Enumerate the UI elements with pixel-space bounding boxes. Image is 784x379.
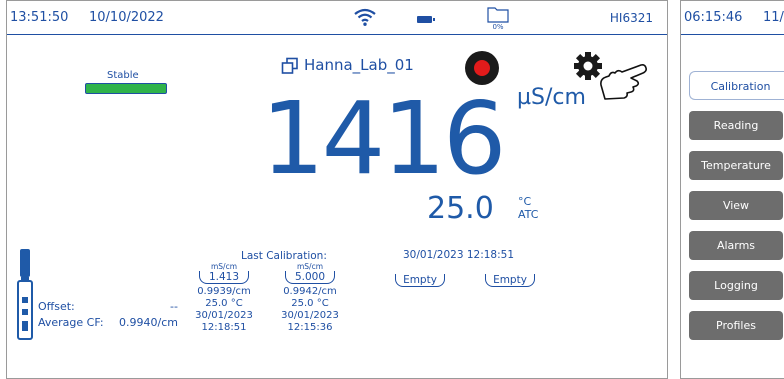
profile-copy-icon [281, 57, 298, 74]
model-name: HI6321 [609, 11, 653, 25]
temperature-unit-block: °C ATC [518, 195, 538, 221]
stability-indicator [85, 83, 167, 94]
probe-icon [17, 249, 33, 340]
cal-cell-constant: 0.9942/cm [283, 286, 337, 297]
main-reading-value: 1416 [261, 80, 506, 197]
tab-alarms[interactable]: Alarms [689, 231, 783, 260]
cal-standard: 5.000 [285, 271, 335, 284]
cal-temperature: 25.0 °C [205, 298, 243, 309]
empty-slot-label: Empty [395, 274, 445, 287]
cal-time: 12:15:36 [287, 322, 333, 333]
calibration-point-2: mS/cm 5.000 0.9942/cm 25.0 °C 30/01/2023… [275, 263, 345, 334]
settings-clock-date: 11/ [763, 10, 784, 25]
tab-reading[interactable]: Reading [689, 111, 783, 140]
tab-view[interactable]: View [689, 191, 783, 220]
offset-label: Offset: [38, 300, 75, 313]
storage-folder-icon[interactable]: 0% [487, 5, 509, 31]
cal-standard: 1.413 [199, 271, 249, 284]
cal-date: 30/01/2023 [281, 310, 339, 321]
reading-unit: µS/cm [517, 85, 586, 110]
average-cf-value: 0.9940/cm [119, 316, 178, 329]
status-bar: 13:51:50 10/10/2022 0% HI6321 [7, 1, 667, 35]
tab-logging[interactable]: Logging [689, 271, 783, 300]
cal-temperature: 25.0 °C [291, 298, 329, 309]
offset-value: -- [170, 300, 178, 313]
battery-icon [417, 16, 435, 23]
average-cf-label: Average CF: [38, 316, 104, 329]
pointing-hand-icon [600, 64, 647, 100]
tab-profiles[interactable]: Profiles [689, 311, 783, 340]
cal-time: 12:18:51 [201, 322, 247, 333]
folder-icon [487, 7, 509, 23]
calibration-point-1: mS/cm 1.413 0.9939/cm 25.0 °C 30/01/2023… [189, 263, 259, 334]
temperature-unit: °C [518, 195, 532, 208]
calibration-slot-empty-2: Empty [475, 274, 545, 289]
clock-time: 13:51:50 [10, 10, 69, 25]
measurement-screen: 13:51:50 10/10/2022 0% HI6321 Stable Han… [6, 0, 668, 379]
tab-calibration[interactable]: Calibration [689, 71, 784, 100]
cal-unit: mS/cm [296, 262, 324, 271]
last-calibration-title: Last Calibration: [241, 250, 327, 262]
settings-screen: 06:15:46 11/ Calibration Reading Tempera… [680, 0, 784, 379]
tab-temperature[interactable]: Temperature [689, 151, 783, 180]
calibration-slot-empty-1: Empty [385, 274, 455, 289]
wifi-icon [354, 8, 376, 26]
temperature-value: 25.0 [427, 191, 494, 226]
empty-slot-label: Empty [485, 274, 535, 287]
cal-cell-constant: 0.9939/cm [197, 286, 251, 297]
cal-unit: mS/cm [210, 262, 238, 271]
temperature-mode: ATC [518, 208, 539, 222]
profile-name: Hanna_Lab_01 [304, 56, 414, 74]
settings-clock-time: 06:15:46 [684, 10, 743, 25]
stability-label: Stable [107, 70, 139, 81]
last-calibration-date: 30/01/2023 12:18:51 [403, 249, 515, 261]
cal-date: 30/01/2023 [195, 310, 253, 321]
storage-percent: 0% [492, 23, 504, 31]
clock-date: 10/10/2022 [89, 10, 164, 25]
settings-status-bar: 06:15:46 11/ [681, 1, 784, 35]
